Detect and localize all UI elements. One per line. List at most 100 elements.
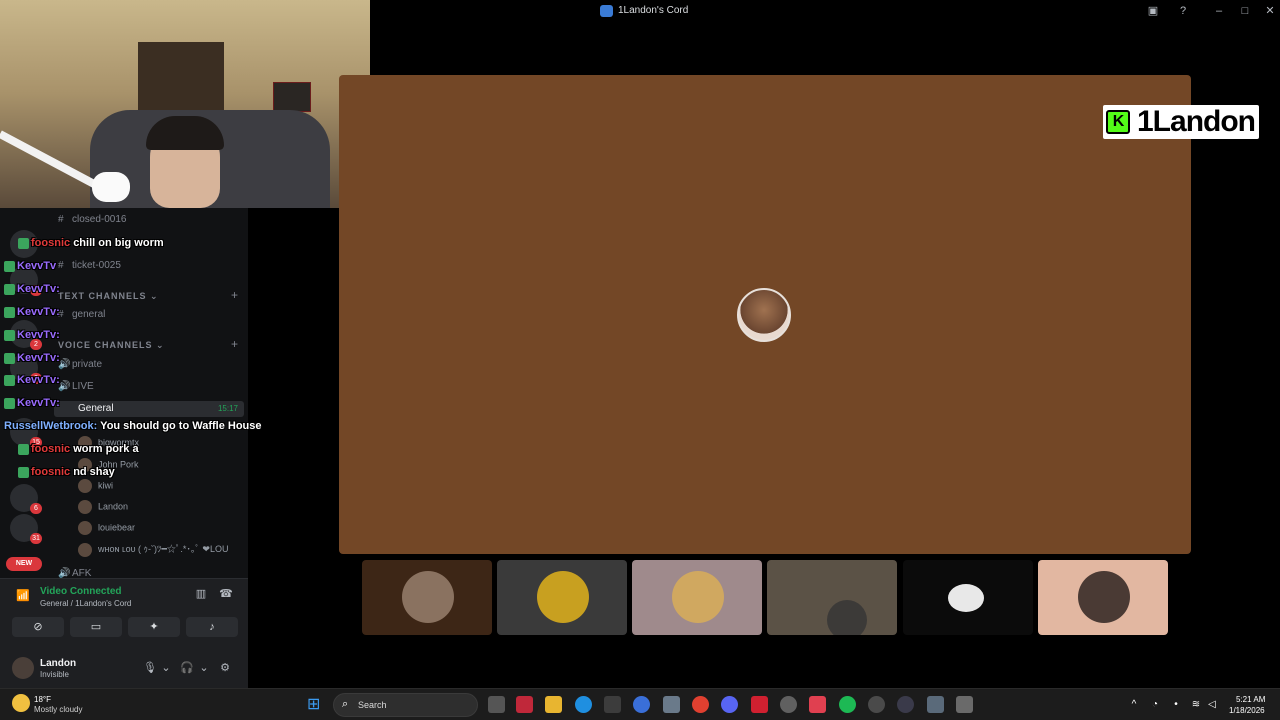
settings-icon[interactable] [663,696,680,713]
chat-badge-icon [4,329,15,341]
disconnect-icon[interactable]: ☎ [218,587,234,603]
network-tray-icon[interactable]: ◔ [1149,699,1161,711]
app-icon[interactable] [780,696,797,713]
windows-start-icon[interactable]: ⊞ [307,696,324,713]
noise-suppression-icon[interactable]: ▥ [193,587,209,603]
weather-description[interactable]: Mostly cloudy [34,705,82,714]
clock-time[interactable]: 5:21 AM [1236,695,1265,704]
participant-tile[interactable] [1038,560,1168,635]
chat-text: nd shay [73,466,115,478]
voice-channel-active[interactable]: General 15:17 [54,401,244,417]
voice-user[interactable]: kiwi [78,479,113,493]
participant-tile[interactable] [497,560,627,635]
participant-tile[interactable] [903,560,1033,635]
screen-share-button[interactable]: ▭ [70,617,122,637]
voice-user[interactable]: louiebear [78,521,135,535]
add-channel-icon[interactable]: + [231,337,238,351]
windows-taskbar: 18°F Mostly cloudy ⊞ ⌕ Search ^ ◔ • ≋ ◁ … [0,688,1280,720]
voice-connection-panel: 📶 Video Connected General / 1Landon's Co… [0,578,248,688]
channel-item[interactable]: # closed-0016 [58,214,126,225]
channel-item[interactable]: # general [58,309,105,320]
taskbar-search[interactable]: ⌕ Search [333,693,478,717]
chat-user: KevvTv: [17,397,60,409]
chat-message: foosnic chill on big worm [18,237,164,249]
chat-user: foosnic [31,443,71,455]
chat-user: KevvTv: [17,374,60,386]
voice-user[interactable]: Landon [78,500,128,514]
user-panel: Landon Invisible 🎙 ⌄ 🎧 ⌄ ⚙ [0,649,248,689]
clock-date[interactable]: 1/18/2026 [1229,706,1265,715]
close-icon[interactable]: ✕ [1263,4,1277,18]
search-icon: ⌕ [342,698,349,710]
chevron-down-icon[interactable]: ⌄ [197,661,211,675]
weather-icon[interactable] [12,694,30,712]
participant-tile[interactable] [632,560,762,635]
video-stage[interactable] [339,75,1191,554]
channel-label: private [72,359,103,370]
help-icon[interactable]: ? [1176,4,1190,18]
chat-message: KevvTv: [4,374,60,386]
microphone-icon[interactable]: 🎙 [143,661,157,675]
steam-icon[interactable] [868,696,885,713]
wifi-icon[interactable]: ≋ [1190,699,1202,711]
speaker-avatar[interactable] [737,288,791,342]
server-icon[interactable]: 6 [10,484,42,514]
maximize-icon[interactable]: □ [1238,4,1252,18]
headset-icon[interactable]: 🎧 [180,661,194,675]
voice-channels-category[interactable]: VOICE CHANNELS ⌄ [58,340,165,351]
avatar[interactable] [12,657,34,679]
app-icon[interactable] [809,696,826,713]
avatar [537,571,589,623]
screen-share-icon[interactable]: ▣ [1146,4,1160,18]
search-placeholder: Search [358,700,387,710]
spotify-icon[interactable] [839,696,856,713]
settings-gear-icon[interactable]: ⚙ [218,661,232,675]
store-icon[interactable] [604,696,621,713]
channel-label: LIVE [72,381,94,392]
kick-username: 1Landon [1137,105,1256,138]
voice-channel-item[interactable]: 🔊 LIVE [58,381,94,392]
minimize-icon[interactable]: – [1212,4,1226,18]
screen-share-icon: ▭ [90,621,102,633]
app-icon[interactable] [927,696,944,713]
edge-browser-icon[interactable] [575,696,592,713]
webcam-overlay [0,0,370,208]
chat-text: You should go to Waffle House [100,420,262,432]
camera-off-button[interactable]: ⊘ [12,617,64,637]
participant-tile[interactable] [767,560,897,635]
voice-user[interactable]: ᴡʜᴏɴ ʟᴏᴜ ( ｩ-ˇ)ﾂ━☆ﾟ.*･｡ﾟ ❤LOU [78,542,228,557]
new-messages-pill[interactable]: NEW [6,557,42,571]
app-icon[interactable] [751,696,768,713]
hash-icon: # [58,214,64,225]
weather-temperature[interactable]: 18°F [34,695,51,704]
microphone [92,172,130,202]
tray-overflow-icon[interactable]: ^ [1128,699,1140,711]
voice-timer: 15:17 [217,404,238,413]
user-status: Invisible [40,670,69,679]
app-icon[interactable] [897,696,914,713]
task-view-icon[interactable] [488,696,505,713]
soundboard-button[interactable]: ♪ [186,617,238,637]
participant-tile[interactable] [362,560,492,635]
volume-icon[interactable]: ◁ [1206,699,1218,711]
calculator-icon[interactable] [956,696,973,713]
voice-channel-item[interactable]: 🔊 private [58,359,102,370]
channel-item[interactable]: # ticket-0025 [58,260,121,271]
app-icon[interactable] [516,696,533,713]
voice-status[interactable]: Video Connected [40,586,122,597]
activities-button[interactable]: ✦ [128,617,180,637]
server-icon[interactable]: 31 [10,514,42,544]
discord-icon[interactable] [721,696,738,713]
file-explorer-icon[interactable] [545,696,562,713]
chevron-down-icon[interactable]: ⌄ [159,661,173,675]
chat-badge-icon [4,283,15,295]
text-channels-category[interactable]: TEXT CHANNELS ⌄ [58,291,159,302]
webcam-wall-flag [273,82,311,112]
notification-badge: 6 [30,503,42,514]
user-name[interactable]: Landon [40,658,76,669]
voice-location[interactable]: General / 1Landon's Cord [40,599,131,608]
mic-tray-icon[interactable]: • [1170,699,1182,711]
add-channel-icon[interactable]: + [231,288,238,302]
app-icon[interactable] [633,696,650,713]
chrome-icon[interactable] [692,696,709,713]
